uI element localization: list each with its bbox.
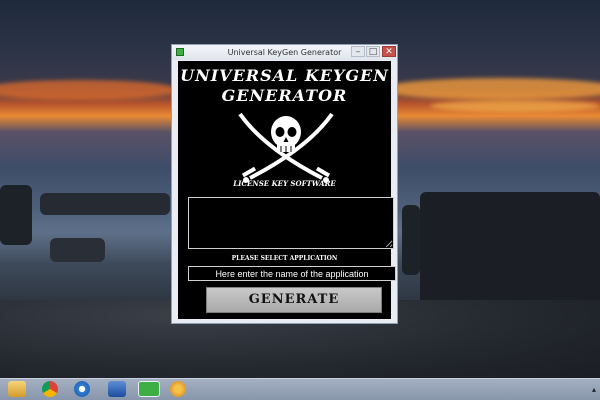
wallpaper-cloud bbox=[0, 80, 180, 100]
wallpaper-cloud bbox=[430, 100, 600, 112]
minimize-button[interactable]: – bbox=[351, 46, 365, 57]
select-application-label: PLEASE SELECT APPLICATION bbox=[231, 255, 338, 262]
maximize-button[interactable]: □ bbox=[366, 46, 380, 57]
explorer-icon[interactable] bbox=[8, 381, 26, 397]
ie-icon[interactable] bbox=[74, 381, 90, 397]
wallpaper-rock bbox=[40, 193, 170, 215]
wallpaper-cloud bbox=[380, 78, 600, 100]
tray-expand-icon[interactable]: ▴ bbox=[592, 385, 596, 394]
network-icon[interactable] bbox=[108, 381, 126, 397]
wallpaper-rock bbox=[402, 205, 420, 275]
skull-crossed-swords-icon bbox=[238, 112, 334, 183]
wallpaper-rock bbox=[50, 238, 105, 262]
keygen-app-icon[interactable] bbox=[138, 381, 160, 397]
app-heading-line1: UNIVERSAL KEYGEN bbox=[180, 66, 389, 85]
app-subtitle: LICENSE KEY SOFTWARE bbox=[233, 179, 336, 188]
keygen-window: Universal KeyGen Generator – □ ✕ UNIVERS… bbox=[171, 44, 398, 324]
generate-button[interactable]: GENERATE bbox=[206, 287, 382, 313]
wallpaper-rock bbox=[0, 185, 32, 245]
other-app-icon[interactable] bbox=[170, 381, 186, 397]
license-key-output[interactable] bbox=[188, 197, 394, 249]
app-heading-line2: GENERATOR bbox=[221, 86, 348, 105]
close-button[interactable]: ✕ bbox=[382, 46, 396, 57]
title-bar[interactable]: Universal KeyGen Generator – □ ✕ bbox=[172, 45, 397, 60]
taskbar: ▴ bbox=[0, 378, 600, 400]
app-client-area: UNIVERSAL KEYGEN GENERATOR LICENSE KEY S… bbox=[178, 61, 396, 319]
application-name-input[interactable] bbox=[188, 266, 396, 281]
chrome-icon[interactable] bbox=[42, 381, 58, 397]
